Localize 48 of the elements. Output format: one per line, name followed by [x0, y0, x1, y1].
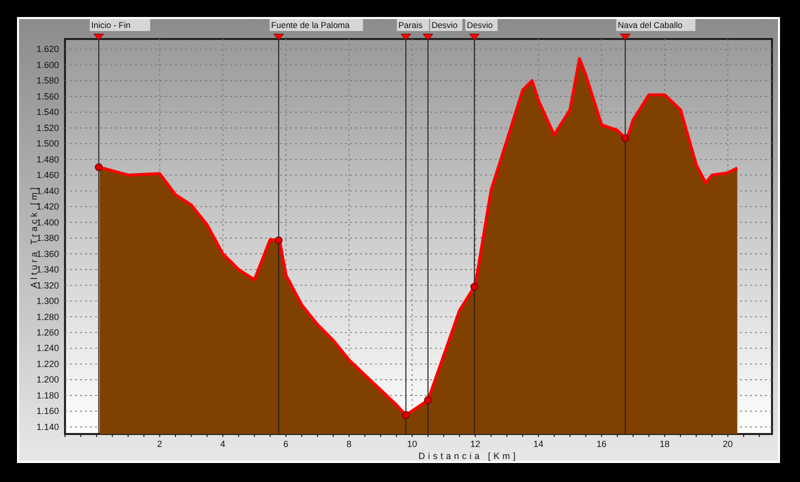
ref-line-label: Inicio - Fin [91, 20, 131, 30]
y-tick-label: 1.500 [36, 138, 59, 149]
y-tick-label: 1.340 [36, 264, 59, 275]
y-tick-label: 1.520 [36, 122, 59, 133]
y-tick-label: 1.460 [36, 170, 59, 180]
x-tick-label: 18 [660, 439, 670, 449]
y-tick-label: 1.540 [36, 107, 59, 118]
y-tick-label: 1.200 [36, 374, 59, 385]
y-tick-label: 1.400 [36, 217, 59, 228]
x-tick-label: 6 [283, 439, 288, 449]
ref-line-label: Desvio [466, 20, 494, 30]
x-tick-label: 12 [470, 439, 480, 449]
y-tick-label: 1.360 [36, 248, 59, 259]
waypoint-label: Parais [396, 19, 430, 31]
y-tick-label: 1.560 [36, 91, 59, 102]
x-tick-label: 10 [407, 439, 418, 449]
waypoint-label: Nava del Caballo [616, 19, 696, 31]
y-tick-label: 1.380 [36, 233, 59, 244]
waypoint-label: Inicio - Fin [90, 19, 150, 31]
y-tick-label: 1.160 [36, 406, 59, 416]
ref-line-label: Fuente de la Paloma [271, 20, 350, 30]
y-tick-label: 1.240 [36, 343, 59, 354]
y-tick-label: 1.140 [36, 422, 59, 432]
x-tick-label: 20 [722, 439, 733, 449]
y-tick-label: 1.440 [36, 186, 59, 196]
x-axis-title: Distancia [Km] [418, 451, 519, 461]
waypoint-label: Desvio [465, 19, 498, 31]
x-tick-label: 14 [533, 439, 544, 449]
y-tick-label: 1.420 [36, 202, 59, 212]
x-tick-label: 8 [346, 439, 352, 449]
y-tick-label: 1.620 [36, 44, 59, 54]
y-tick-label: 1.260 [36, 328, 59, 338]
y-tick-label: 1.480 [36, 154, 59, 164]
y-tick-label: 1.300 [36, 296, 59, 306]
y-tick-label: 1.320 [36, 280, 59, 290]
x-tick-label: 4 [220, 439, 226, 449]
waypoint-label: Fuente de la Paloma [270, 19, 363, 31]
y-tick-label: 1.580 [36, 76, 59, 86]
ref-line-label: Parais [398, 20, 422, 30]
y-tick-label: 1.600 [36, 60, 59, 70]
waypoint-label: Desvio [430, 19, 462, 31]
y-tick-label: 1.280 [36, 312, 59, 322]
y-tick-label: 1.220 [36, 358, 59, 369]
ref-line-label: Nava del Caballo [618, 20, 683, 30]
ref-line-label: Desvio [432, 20, 458, 30]
y-tick-label: 1.180 [36, 390, 59, 400]
x-tick-label: 16 [596, 439, 607, 449]
x-tick-label: 2 [157, 439, 162, 449]
